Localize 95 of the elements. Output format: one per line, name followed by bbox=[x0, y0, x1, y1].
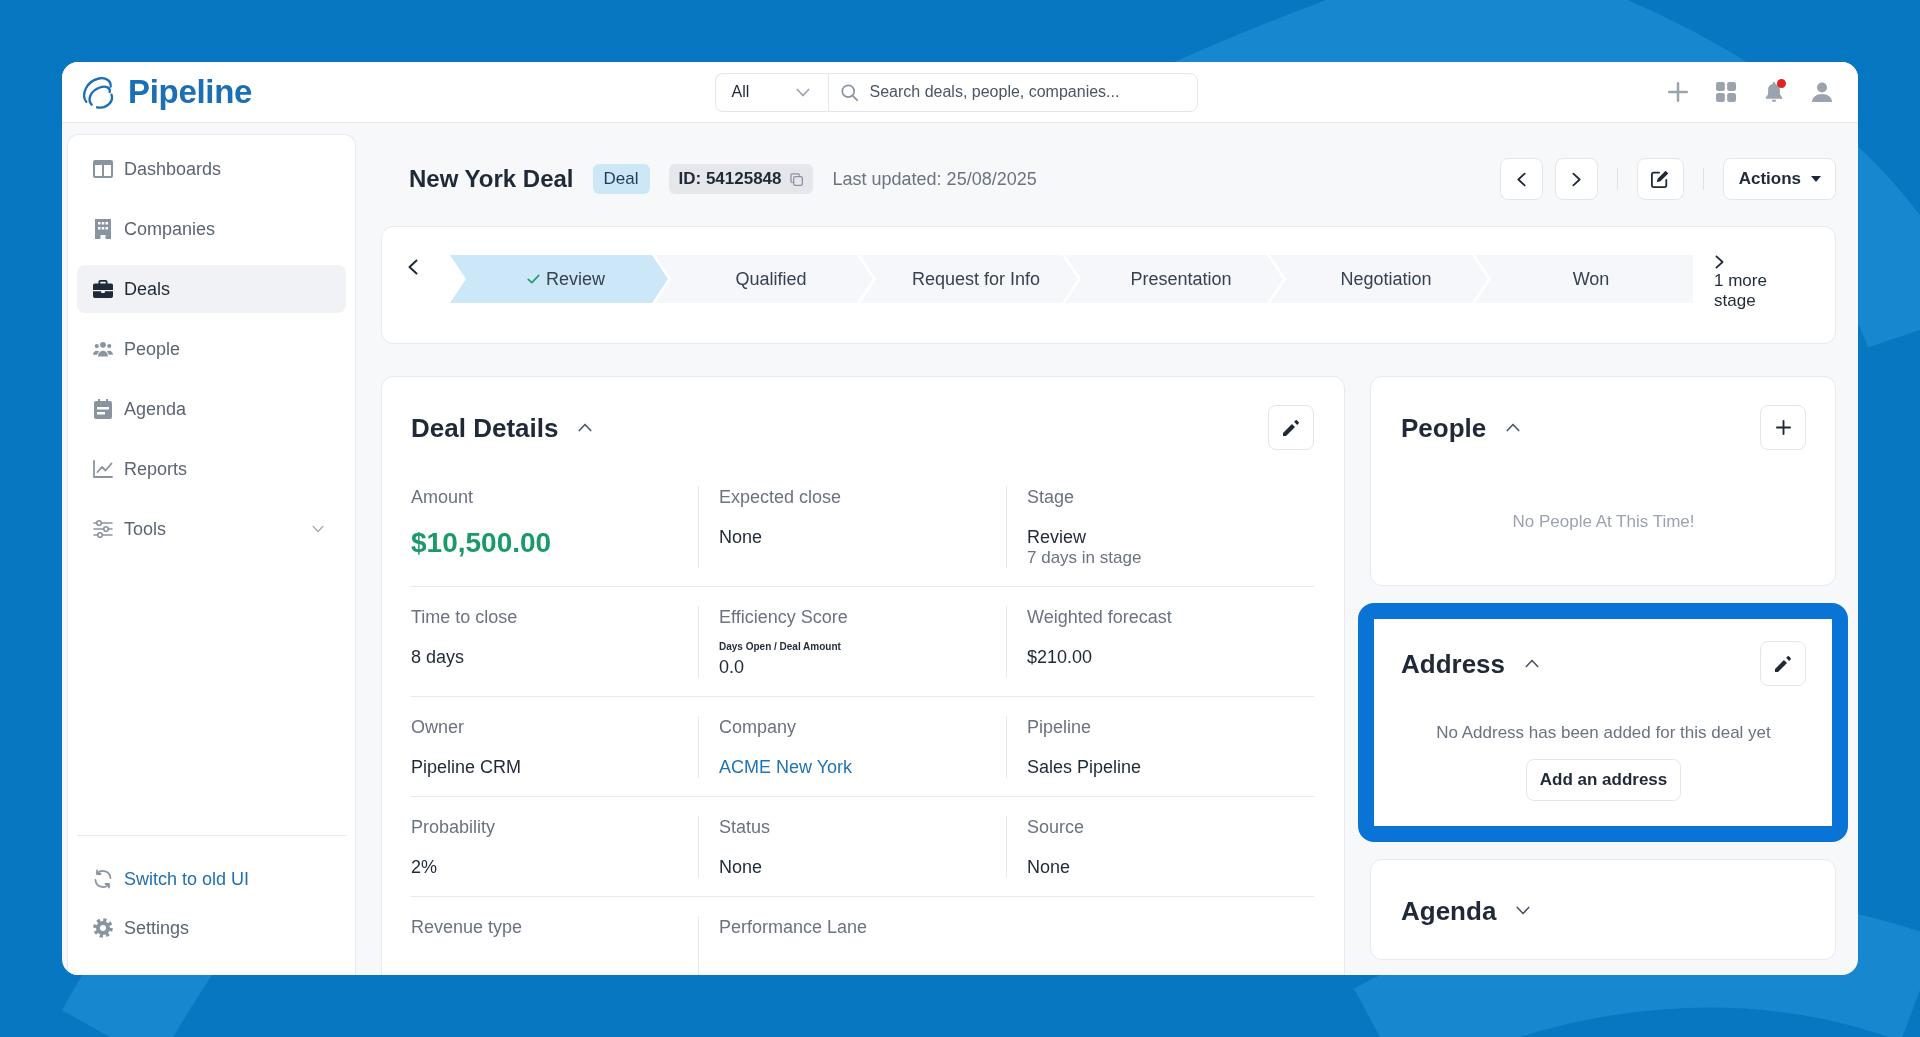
section-title: People bbox=[1401, 411, 1487, 445]
field-label: Weighted forecast bbox=[1027, 606, 1172, 628]
sidebar-item[interactable]: Agenda bbox=[77, 385, 346, 433]
sidebar-item[interactable]: Tools bbox=[77, 505, 346, 553]
sidebar-item[interactable]: Dashboards bbox=[77, 145, 346, 193]
field-value: Sales Pipeline bbox=[1027, 756, 1142, 778]
search-icon bbox=[840, 83, 858, 101]
stage-step[interactable]: Won bbox=[1475, 255, 1693, 303]
building-icon bbox=[93, 219, 113, 239]
section-title: Agenda bbox=[1401, 894, 1497, 928]
company-link[interactable]: ACME New York bbox=[719, 756, 853, 778]
plus-icon bbox=[1775, 420, 1791, 435]
chevron-up-icon[interactable] bbox=[1506, 423, 1521, 432]
field-label: Expected close bbox=[719, 486, 842, 508]
field-label: Status bbox=[719, 816, 771, 838]
field-label: Source bbox=[1027, 816, 1085, 838]
field-value: Pipeline CRM bbox=[411, 756, 522, 778]
field-label: Pipeline bbox=[1027, 716, 1092, 738]
more-stages-button[interactable]: 1 more stage bbox=[1714, 255, 1800, 311]
refresh-icon bbox=[93, 869, 113, 889]
field-caption: Days Open / Deal Amount bbox=[719, 640, 841, 654]
logo-icon bbox=[80, 74, 116, 110]
settings-icon bbox=[93, 918, 113, 938]
stage-step[interactable]: Qualified bbox=[655, 255, 873, 303]
field-label: Time to close bbox=[411, 606, 518, 628]
user-icon[interactable] bbox=[1812, 82, 1832, 102]
calendar-icon bbox=[93, 399, 113, 419]
chevron-down-icon bbox=[312, 525, 324, 533]
sidebar-item[interactable]: Reports bbox=[77, 445, 346, 493]
empty-state-text: No Address has been added for this deal yet bbox=[1435, 722, 1772, 744]
sidebar-item[interactable]: Settings bbox=[77, 908, 346, 948]
line-chart-icon bbox=[93, 459, 113, 479]
chevron-down-icon bbox=[795, 87, 810, 97]
empty-state-text: No People At This Time! bbox=[1511, 511, 1696, 533]
edit-button[interactable] bbox=[1636, 158, 1684, 200]
briefcase-icon bbox=[93, 279, 113, 299]
field-label: Revenue type bbox=[411, 916, 523, 938]
edit-button[interactable] bbox=[1760, 641, 1806, 686]
bell-icon[interactable] bbox=[1764, 82, 1784, 102]
layout-icon bbox=[93, 159, 113, 179]
deal-id-text: ID: 54125848 bbox=[678, 169, 782, 189]
section-title: Deal Details bbox=[411, 411, 559, 445]
app-logo-text: Pipeline bbox=[128, 72, 253, 112]
field-label: Probability bbox=[411, 816, 496, 838]
chevron-up-icon[interactable] bbox=[1525, 659, 1540, 668]
stage-step[interactable]: Review bbox=[450, 255, 668, 303]
apps-grid-icon[interactable] bbox=[1716, 82, 1736, 102]
section-title: Address bbox=[1401, 647, 1506, 681]
add-address-button[interactable]: Add an address bbox=[1525, 759, 1682, 801]
pencil-icon bbox=[1775, 655, 1791, 672]
chevron-down-icon[interactable] bbox=[1516, 906, 1531, 915]
chevron-left-icon[interactable] bbox=[408, 259, 418, 275]
sidebar-item[interactable]: People bbox=[77, 325, 346, 373]
field-value: None bbox=[719, 526, 763, 548]
edit-icon bbox=[1651, 170, 1670, 188]
stage-step[interactable]: Request for Info bbox=[860, 255, 1078, 303]
chevron-right-icon bbox=[1715, 255, 1724, 269]
field-value: 8 days bbox=[411, 646, 465, 668]
field-note: 7 days in stage bbox=[1027, 548, 1142, 568]
deal-title: New York Deal bbox=[409, 165, 574, 193]
sidebar-item[interactable]: Deals bbox=[77, 265, 346, 313]
deal-type-badge: Deal bbox=[592, 164, 650, 194]
field-value: None bbox=[1027, 856, 1071, 878]
plus-icon[interactable] bbox=[1668, 82, 1688, 102]
field-label: Efficiency Score bbox=[719, 606, 848, 628]
field-value: Review bbox=[1027, 526, 1087, 548]
search-field[interactable]: Search deals, people, companies... bbox=[827, 72, 1198, 112]
chevron-up-icon[interactable] bbox=[578, 423, 593, 432]
field-value: $210.00 bbox=[1027, 646, 1093, 668]
stage-step[interactable]: Negotiation bbox=[1270, 255, 1488, 303]
edit-button[interactable] bbox=[1268, 405, 1314, 450]
previous-button[interactable] bbox=[1499, 158, 1543, 200]
field-label: Company bbox=[719, 716, 797, 738]
field-label: Amount bbox=[411, 486, 474, 508]
caret-down-icon bbox=[1811, 176, 1821, 182]
stage-step[interactable]: Presentation bbox=[1065, 255, 1283, 303]
field-label: Stage bbox=[1027, 486, 1075, 508]
search-scope-select[interactable]: All bbox=[714, 72, 828, 112]
chevron-left-icon bbox=[1516, 171, 1526, 187]
field-label: Performance Lane bbox=[719, 916, 868, 938]
switch-ui-link[interactable]: Switch to old UI bbox=[77, 859, 346, 899]
field-value: 0.0 bbox=[719, 656, 745, 678]
last-updated-text: Last updated: 25/08/2025 bbox=[832, 168, 1037, 190]
pencil-icon bbox=[1283, 419, 1299, 436]
people-icon bbox=[93, 339, 113, 359]
field-label: Owner bbox=[411, 716, 464, 738]
actions-button[interactable]: Actions bbox=[1722, 158, 1836, 200]
add-button[interactable] bbox=[1760, 405, 1806, 450]
sliders-icon bbox=[93, 519, 113, 539]
sidebar-item[interactable]: Companies bbox=[77, 205, 346, 253]
chevron-right-icon bbox=[1571, 171, 1581, 187]
field-value: 2% bbox=[411, 856, 437, 878]
field-value: None bbox=[719, 856, 763, 878]
next-button[interactable] bbox=[1554, 158, 1598, 200]
amount-value: $10,500.00 bbox=[411, 526, 552, 560]
